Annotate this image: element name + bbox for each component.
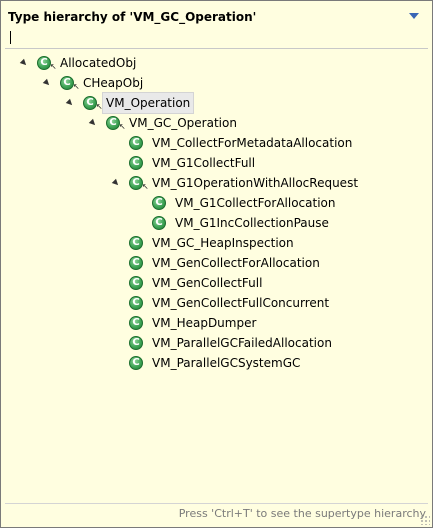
tree-item-label: VM_ParallelGCFailedAllocation xyxy=(152,336,332,350)
tree-item[interactable]: C VM_G1CollectFull xyxy=(1,153,432,173)
type-hierarchy-popup: Type hierarchy of 'VM_GC_Operation' C ↖ Al… xyxy=(0,0,433,528)
tree-item-label: VM_G1IncCollectionPause xyxy=(175,216,329,230)
tree-item[interactable]: C VM_CollectForMetadataAllocation xyxy=(1,133,432,153)
status-hint: Press 'Ctrl+T' to see the supertype hier… xyxy=(178,507,426,520)
tree-item[interactable]: C ↖ CHeapObj xyxy=(1,73,432,93)
class-icon: C xyxy=(129,276,143,290)
tree-item[interactable]: C VM_ParallelGCFailedAllocation xyxy=(1,333,432,353)
class-icon: C xyxy=(129,356,143,370)
tree-item-label: CHeapObj xyxy=(83,76,144,90)
class-icon: C xyxy=(129,316,143,330)
tree-item-label: VM_GC_Operation xyxy=(129,116,237,130)
class-icon: C xyxy=(129,236,143,250)
tree-item-label: VM_GenCollectForAllocation xyxy=(152,256,320,270)
header-divider xyxy=(5,48,428,49)
class-icon: C xyxy=(106,116,120,130)
tree-item[interactable]: C VM_GenCollectFull xyxy=(1,273,432,293)
chevron-down-icon[interactable] xyxy=(409,13,419,19)
tree-item-label: VM_Operation xyxy=(101,92,195,114)
subtype-overlay-icon: ↖ xyxy=(96,102,103,111)
expand-toggle-icon[interactable] xyxy=(88,118,98,128)
tree-item-label: VM_HeapDumper xyxy=(152,316,257,330)
class-icon: C xyxy=(37,56,51,70)
class-icon: C xyxy=(152,216,166,230)
resize-grip-icon[interactable] xyxy=(420,515,430,525)
class-icon: C xyxy=(152,196,166,210)
tree-item[interactable]: C ↖ VM_GC_Operation xyxy=(1,113,432,133)
subtype-overlay-icon: ↖ xyxy=(73,82,80,91)
tree-item-label: VM_G1CollectFull xyxy=(152,156,256,170)
tree-item-label: VM_ParallelGCSystemGC xyxy=(152,356,301,370)
popup-title: Type hierarchy of 'VM_GC_Operation' xyxy=(8,10,257,24)
tree-item[interactable]: C VM_G1IncCollectionPause xyxy=(1,213,432,233)
expand-toggle-icon[interactable] xyxy=(19,58,29,68)
subtype-overlay-icon: ↖ xyxy=(119,122,126,131)
class-icon: C xyxy=(60,76,74,90)
text-caret xyxy=(10,31,11,44)
tree-item-label: VM_CollectForMetadataAllocation xyxy=(152,136,353,150)
tree-item[interactable]: C VM_GC_HeapInspection xyxy=(1,233,432,253)
tree-item-label: AllocatedObj xyxy=(60,56,137,70)
class-icon: C xyxy=(129,176,143,190)
class-icon: C xyxy=(129,136,143,150)
expand-toggle-icon[interactable] xyxy=(42,78,52,88)
expand-toggle-icon[interactable] xyxy=(65,98,75,108)
tree-item-label: VM_GenCollectFullConcurrent xyxy=(152,296,330,310)
tree-item[interactable]: C VM_ParallelGCSystemGC xyxy=(1,353,432,373)
tree-item[interactable]: C VM_GenCollectForAllocation xyxy=(1,253,432,273)
filter-input[interactable] xyxy=(7,28,425,46)
tree-item-label: VM_GenCollectFull xyxy=(152,276,263,290)
subtype-overlay-icon: ↖ xyxy=(142,182,149,191)
expand-toggle-icon[interactable] xyxy=(111,178,121,188)
class-icon: C xyxy=(129,336,143,350)
class-icon: C xyxy=(129,256,143,270)
class-icon: C xyxy=(129,156,143,170)
class-icon: C xyxy=(83,96,97,110)
tree-item[interactable]: C VM_GenCollectFullConcurrent xyxy=(1,293,432,313)
tree-item-label: VM_GC_HeapInspection xyxy=(152,236,294,250)
subtype-overlay-icon: ↖ xyxy=(50,62,57,71)
tree-item-label: VM_G1OperationWithAllocRequest xyxy=(152,176,359,190)
tree-item[interactable]: C VM_G1CollectForAllocation xyxy=(1,193,432,213)
tree-item[interactable]: C ↖ VM_Operation xyxy=(1,92,432,114)
tree-item[interactable]: C VM_HeapDumper xyxy=(1,313,432,333)
class-icon: C xyxy=(129,296,143,310)
tree-item[interactable]: C ↖ AllocatedObj xyxy=(1,53,432,73)
footer-divider xyxy=(5,503,428,504)
tree-item[interactable]: C ↖ VM_G1OperationWithAllocRequest xyxy=(1,173,432,193)
tree-item-label: VM_G1CollectForAllocation xyxy=(175,196,336,210)
